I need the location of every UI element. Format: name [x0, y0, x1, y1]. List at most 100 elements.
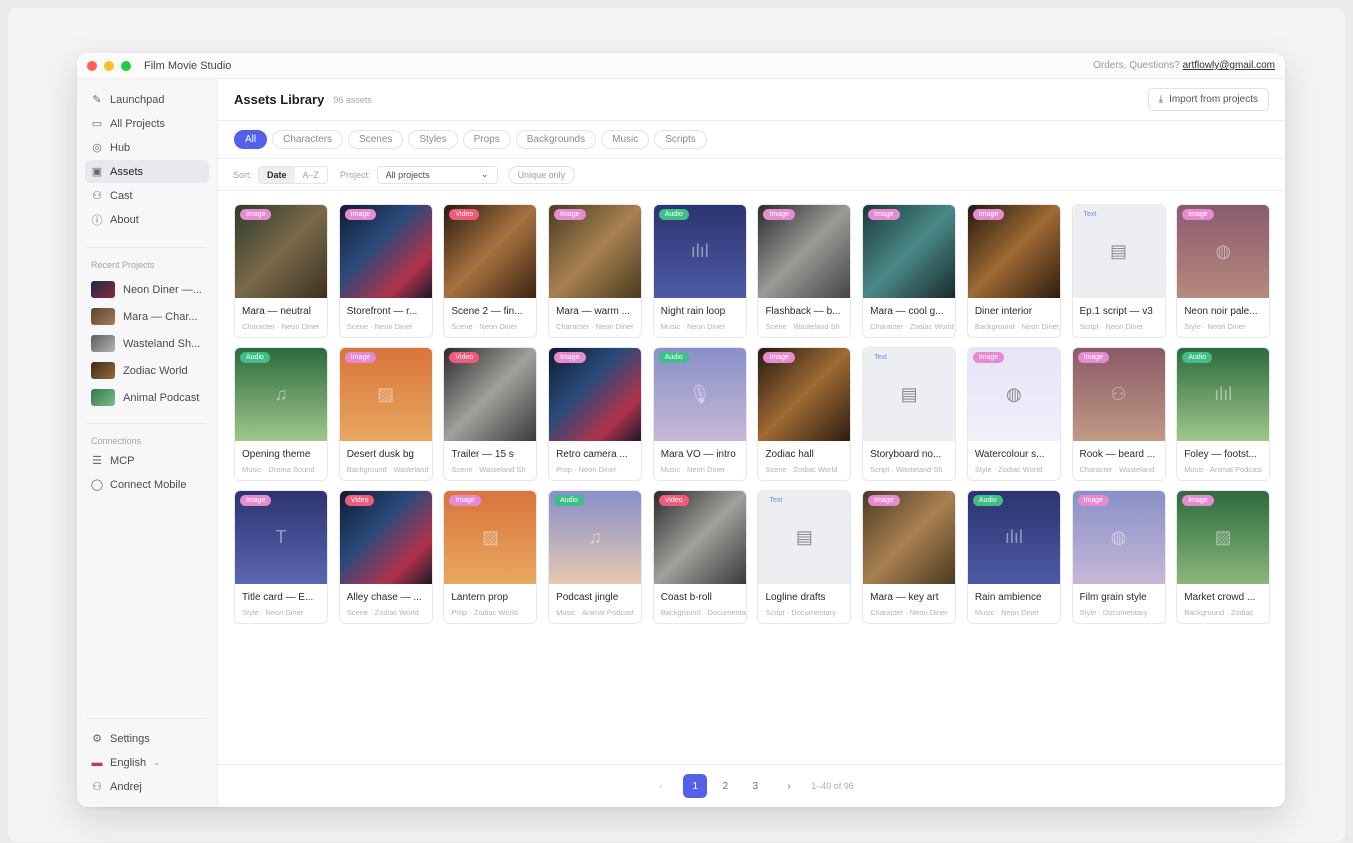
asset-card[interactable]: Image Diner interior Background · Neon Din…: [966, 204, 1061, 338]
sort-az-option[interactable]: A–Z: [295, 167, 328, 183]
maximize-window-button[interactable]: [121, 60, 131, 71]
asset-card[interactable]: Text ▤ Storyboard no... Script · Wasteland …: [862, 347, 957, 481]
asset-type-badge: Image: [554, 209, 586, 220]
recent-project-label: Wasteland Sh...: [123, 337, 201, 350]
asset-title: Storyboard no...: [870, 449, 942, 460]
asset-card[interactable]: Image Flashback — b... Scene · Wasteland S…: [757, 204, 852, 338]
tab-music[interactable]: Music: [601, 130, 650, 149]
recent-project-item[interactable]: Animal Podcast: [77, 384, 217, 411]
settings-item[interactable]: ⚙ Settings: [85, 727, 209, 750]
asset-card[interactable]: Image ▨ Lantern prop Prop · Zodiac World: [443, 490, 538, 624]
asset-meta: Music · Animal Podcast: [1184, 465, 1263, 474]
tab-all[interactable]: All: [234, 130, 268, 149]
pagination: ‹ 123 › 1–40 of 96: [218, 764, 1285, 807]
sidebar-item-launchpad[interactable]: ✎ Launchpad: [85, 88, 209, 111]
asset-card[interactable]: Video Coast b-roll Background · Documentar…: [652, 490, 747, 624]
project-thumbnail: [91, 389, 115, 406]
tab-characters[interactable]: Characters: [272, 130, 344, 149]
tab-styles[interactable]: Styles: [408, 130, 458, 149]
chevron-down-icon: ⌄: [153, 758, 160, 767]
asset-card[interactable]: Image Mara — warm ... Character · Neon Din…: [548, 204, 643, 338]
asset-thumbnail: Image ◍: [1072, 491, 1165, 584]
asset-thumbnail: Text ▤: [758, 491, 851, 584]
page-button-1[interactable]: 1: [683, 774, 708, 798]
asset-card[interactable]: Text ▤ Logline drafts Script · Documentary: [757, 490, 852, 624]
asset-thumbnail: Text ▤: [1072, 205, 1165, 298]
asset-card[interactable]: Video Scene 2 — fin... Scene · Neon Diner: [443, 204, 538, 338]
asset-card[interactable]: Image Mara — neutral Character · Neon Dine…: [234, 204, 328, 338]
tab-props[interactable]: Props: [462, 130, 511, 149]
sidebar-item-label: Hub: [110, 141, 131, 154]
tab-scripts[interactable]: Scripts: [654, 130, 707, 149]
asset-card[interactable]: Video Trailer — 15 s Scene · Wasteland Sh: [443, 347, 538, 481]
asset-title: Film grain style: [1079, 592, 1147, 603]
asset-card[interactable]: Audio ılıl Foley — footst... Music · Animal…: [1176, 347, 1271, 481]
sidebar-item-cast[interactable]: ⚇ Cast: [85, 184, 209, 207]
language-selector[interactable]: ▬ English ⌄: [85, 751, 209, 774]
asset-meta: Background · Wasteland: [346, 465, 429, 474]
connection-item-connect-mobile[interactable]: ◯ Connect Mobile: [85, 473, 209, 496]
asset-card[interactable]: Image T Title card — E... Style · Neon Dine…: [234, 490, 328, 624]
sidebar-item-about[interactable]: ⓘ About: [85, 208, 209, 231]
asset-card[interactable]: Image ◍ Film grain style Style · Documentar…: [1071, 490, 1166, 624]
asset-card[interactable]: Image ▨ Desert dusk bg Background · Wastela…: [338, 347, 433, 481]
asset-card[interactable]: Image ⚇ Rook — beard ... Character · Wastel…: [1071, 347, 1166, 481]
recent-project-item[interactable]: Zodiac World: [77, 357, 217, 384]
recent-project-item[interactable]: Wasteland Sh...: [77, 330, 217, 357]
asset-card[interactable]: Image ◍ Neon noir pale... Style · Neon Dine…: [1176, 204, 1271, 338]
contact-email-link[interactable]: artflowly@gmail.com: [1183, 60, 1275, 71]
asset-meta: Style · Neon Diner: [242, 608, 304, 617]
asset-thumbnail: Image: [967, 205, 1060, 298]
recent-project-item[interactable]: Mara — Char...: [77, 303, 217, 330]
asset-card[interactable]: Image Retro camera ... Prop · Neon Diner: [548, 347, 643, 481]
sidebar-item-assets[interactable]: ▣ Assets: [85, 160, 209, 183]
page-button-3[interactable]: 3: [743, 774, 767, 798]
connection-item-mcp[interactable]: ☰ MCP: [85, 449, 209, 472]
asset-card[interactable]: Audio ılıl Rain ambience Music · Neon Diner: [966, 490, 1061, 624]
asset-card[interactable]: Text ▤ Ep.1 script — v3 Script · Neon Diner: [1071, 204, 1166, 338]
asset-card[interactable]: Audio 🎙 Mara VO — intro Music · Neon Diner: [652, 347, 747, 481]
asset-card[interactable]: Image Mara — cool g... Character · Zodiac …: [862, 204, 957, 338]
user-profile-item[interactable]: ⚇ Andrej: [85, 775, 209, 798]
asset-type-icon: T: [275, 527, 287, 547]
app-title: Film Movie Studio: [144, 59, 232, 72]
asset-thumbnail: Image: [863, 491, 956, 584]
next-page-button[interactable]: ›: [777, 774, 801, 798]
asset-card[interactable]: Audio ♫ Podcast jingle Music · Animal Podca…: [548, 490, 643, 624]
asset-card[interactable]: Audio ılıl Night rain loop Music · Neon Din…: [652, 204, 747, 338]
asset-card[interactable]: Image ◍ Watercolour s... Style · Zodiac Wor…: [966, 347, 1061, 481]
contact-info: Orders, Questions? artflowly@gmail.com: [1093, 60, 1275, 71]
close-window-button[interactable]: [87, 60, 97, 71]
prev-page-button[interactable]: ‹: [649, 774, 673, 798]
flag-icon: ▬: [91, 756, 103, 769]
sort-date-option[interactable]: Date: [259, 166, 295, 183]
asset-card[interactable]: Image Zodiac hall Scene · Zodiac World: [757, 347, 852, 481]
recent-project-label: Animal Podcast: [123, 391, 200, 404]
asset-card[interactable]: Video Alley chase — ... Scene · Zodiac Wor…: [338, 490, 433, 624]
asset-title: Mara VO — intro: [660, 449, 736, 460]
project-select[interactable]: All projects ⌄: [376, 165, 498, 184]
import-from-projects-button[interactable]: ⤓ Import from projects: [1147, 88, 1269, 111]
asset-card[interactable]: Audio ♫ Opening theme Music · Drama Sound: [234, 347, 328, 481]
unique-only-toggle[interactable]: Unique only: [507, 165, 576, 184]
asset-type-icon: ◍: [1005, 384, 1022, 404]
sidebar-item-hub[interactable]: ◎ Hub: [85, 136, 209, 159]
page-button-2[interactable]: 2: [713, 774, 737, 798]
asset-thumbnail: Image: [863, 205, 956, 298]
asset-thumbnail: Image: [235, 205, 327, 298]
asset-card[interactable]: Image ▨ Market crowd ... Background · Zodia…: [1176, 490, 1271, 624]
asset-title: Logline drafts: [765, 592, 826, 603]
asset-meta: Prop · Neon Diner: [556, 465, 617, 474]
minimize-window-button[interactable]: [104, 60, 114, 71]
tab-scenes[interactable]: Scenes: [348, 130, 404, 149]
sidebar-item-all-projects[interactable]: ▭ All Projects: [85, 112, 209, 135]
asset-thumbnail: Video: [653, 491, 746, 584]
tab-backgrounds[interactable]: Backgrounds: [515, 130, 597, 149]
asset-meta: Script · Documentary: [765, 608, 836, 617]
asset-card[interactable]: Image Mara — key art Character · Neon Dine…: [862, 490, 957, 624]
recent-projects-list: Neon Diner —... Mara — Char... Wasteland S…: [77, 276, 217, 411]
recent-project-item[interactable]: Neon Diner —...: [77, 276, 217, 303]
asset-card[interactable]: Image Storefront — r... Scene · Neon Diner: [338, 204, 433, 338]
asset-thumbnail: Audio ♫: [235, 348, 327, 441]
project-thumbnail: [91, 335, 115, 352]
